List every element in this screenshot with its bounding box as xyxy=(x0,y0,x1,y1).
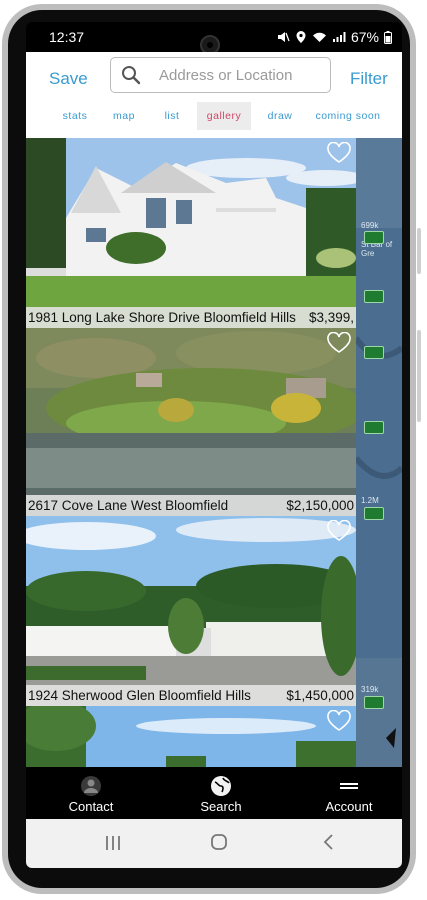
tab-map[interactable]: map xyxy=(106,102,142,130)
nav-search[interactable]: Search xyxy=(184,767,258,819)
listing-caption: 1981 Long Lake Shore Drive Bloomfield Hi… xyxy=(26,307,356,328)
map-price-label: 319k xyxy=(361,685,379,694)
listing-price: $1,450,000 xyxy=(286,688,354,703)
home-icon[interactable] xyxy=(210,833,228,851)
map-price-pin[interactable] xyxy=(364,346,384,359)
map-price-pin[interactable] xyxy=(364,231,384,244)
power-button xyxy=(417,330,421,422)
listing-photo xyxy=(26,328,356,516)
listing-caption: 2617 Cove Lane West Bloomfield $2,150,00… xyxy=(26,495,356,516)
view-tabs: stats map list gallery draw coming soon xyxy=(26,98,402,132)
wifi-icon xyxy=(312,32,326,42)
volume-button xyxy=(417,228,421,274)
map-price-pin[interactable] xyxy=(364,290,384,303)
listing-address: 1981 Long Lake Shore Drive Bloomfield Hi… xyxy=(28,310,296,325)
mute-icon xyxy=(277,32,290,42)
map-price-label: 699k xyxy=(361,221,379,230)
listing-card[interactable]: 2617 Cove Lane West Bloomfield $2,150,00… xyxy=(26,328,356,516)
map-price-pin[interactable] xyxy=(364,696,384,709)
tab-draw[interactable]: draw xyxy=(260,102,300,130)
battery-icon xyxy=(384,30,392,44)
location-icon xyxy=(296,31,306,43)
listing-address: 1924 Sherwood Glen Bloomfield Hills xyxy=(28,688,251,703)
nav-account-label: Account xyxy=(325,799,373,814)
nav-contact[interactable]: Contact xyxy=(54,767,128,819)
nav-search-label: Search xyxy=(200,799,242,814)
favorite-heart-icon[interactable] xyxy=(326,520,352,542)
favorite-heart-icon[interactable] xyxy=(326,332,352,354)
save-button[interactable]: Save xyxy=(49,69,88,89)
map-price-pin[interactable] xyxy=(364,421,384,434)
tab-coming-soon[interactable]: coming soon xyxy=(312,102,384,130)
favorite-heart-icon[interactable] xyxy=(326,142,352,164)
listing-photo xyxy=(26,138,356,328)
app-header: Save Address or Location Filter stats ma… xyxy=(26,52,402,138)
system-nav-bar xyxy=(26,819,402,868)
filter-button[interactable]: Filter xyxy=(350,69,388,89)
listing-address: 2617 Cove Lane West Bloomfield xyxy=(28,498,229,513)
map-price-label: 1.2M xyxy=(361,496,379,505)
signal-icon xyxy=(332,32,346,42)
recent-apps-icon[interactable] xyxy=(104,835,122,851)
map-price-pin[interactable] xyxy=(364,507,384,520)
status-icons: 67% xyxy=(276,29,392,45)
tab-list[interactable]: list xyxy=(154,102,190,130)
listing-photo xyxy=(26,516,356,706)
favorite-heart-icon[interactable] xyxy=(326,710,352,732)
tab-stats[interactable]: stats xyxy=(52,102,98,130)
listing-card[interactable]: 1924 Sherwood Glen Bloomfield Hills $1,4… xyxy=(26,516,356,706)
logo-icon xyxy=(340,783,358,789)
map-strip[interactable]: St Bar of Gre 699k 1.2M 319k xyxy=(356,138,402,767)
listing-price: $2,150,000 xyxy=(286,498,354,513)
globe-icon xyxy=(211,776,231,796)
listing-price: $3,399, xyxy=(308,310,354,325)
gallery-list[interactable]: 1981 Long Lake Shore Drive Bloomfield Hi… xyxy=(26,138,356,767)
search-placeholder: Address or Location xyxy=(159,67,293,84)
phone-screen: 12:37 67% Save Address or Location Filte… xyxy=(26,22,402,868)
nav-contact-label: Contact xyxy=(68,799,114,814)
listing-card[interactable]: 1981 Long Lake Shore Drive Bloomfield Hi… xyxy=(26,138,356,328)
listing-card[interactable] xyxy=(26,706,356,767)
search-icon xyxy=(122,66,141,85)
search-input[interactable]: Address or Location xyxy=(110,57,331,93)
battery-percent: 67% xyxy=(350,29,379,45)
listing-photo xyxy=(26,706,356,767)
listing-caption: 1924 Sherwood Glen Bloomfield Hills $1,4… xyxy=(26,685,356,706)
nav-account[interactable]: Account xyxy=(312,767,386,819)
bottom-nav: Contact Search Account xyxy=(26,767,402,819)
person-icon xyxy=(81,776,101,796)
tab-gallery[interactable]: gallery xyxy=(197,102,251,130)
status-time: 12:37 xyxy=(49,29,85,45)
back-icon[interactable] xyxy=(322,833,334,851)
